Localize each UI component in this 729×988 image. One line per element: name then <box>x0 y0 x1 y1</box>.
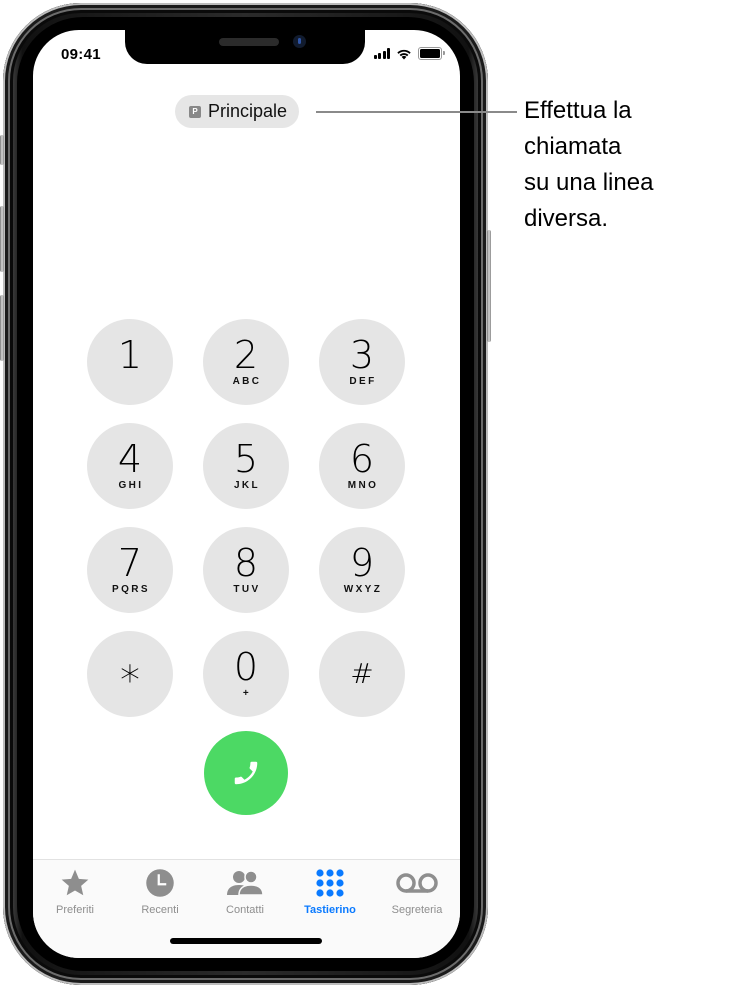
status-time: 09:41 <box>61 46 101 63</box>
key-hash[interactable]: # <box>319 631 405 717</box>
tab-preferiti[interactable]: Preferiti <box>35 866 115 916</box>
signal-icon <box>373 48 390 59</box>
tab-label: Preferiti <box>56 904 94 916</box>
key-star[interactable]: * <box>87 631 173 717</box>
key-letters: DEF <box>349 376 377 387</box>
battery-icon <box>418 47 445 60</box>
line-badge-icon: P <box>189 105 201 118</box>
keypad: 1 2 ABC 3 DEF 4 GHI 5 JKL 6 MNO 7 PQRS 8 TUV 9 WXYZ * 0 + # <box>87 319 405 717</box>
line-selector-button[interactable]: P Principale <box>175 95 300 128</box>
key-digit: 1 <box>117 333 143 377</box>
star-icon <box>61 869 89 896</box>
key-letters: WXYZ <box>343 584 383 595</box>
key-digit: 5 <box>233 437 259 481</box>
key-letters: TUV <box>233 584 261 595</box>
voicemail-icon <box>396 873 438 893</box>
tab-tastierino[interactable]: Tastierino <box>290 866 370 916</box>
key-3[interactable]: 3 DEF <box>319 319 405 405</box>
key-1[interactable]: 1 <box>87 319 173 405</box>
key-4[interactable]: 4 GHI <box>87 423 173 509</box>
clock-icon <box>146 869 174 897</box>
key-letters: GHI <box>118 480 144 491</box>
key-digit: 6 <box>349 437 375 481</box>
key-letters: + <box>242 688 252 699</box>
status-icons <box>373 47 445 60</box>
phone-screen: 09:41 P Principale 1 2 ABC 3 DEF 4 GHI 5 JKL 6 MNO… <box>33 30 460 958</box>
key-digit: 7 <box>117 541 143 585</box>
key-digit: 2 <box>233 333 259 377</box>
key-5[interactable]: 5 JKL <box>203 423 289 509</box>
tab-segreteria[interactable]: Segreteria <box>377 866 457 916</box>
key-digit: 9 <box>349 541 375 585</box>
tab-label: Contatti <box>226 904 264 916</box>
key-digit: 3 <box>349 333 375 377</box>
key-digit: * <box>120 658 140 704</box>
notch <box>125 30 365 64</box>
key-digit: # <box>350 657 374 690</box>
tab-contatti[interactable]: Contatti <box>205 866 285 916</box>
key-letters: JKL <box>233 480 261 491</box>
silent-switch <box>0 135 4 165</box>
key-9[interactable]: 9 WXYZ <box>319 527 405 613</box>
call-button[interactable] <box>204 731 288 815</box>
speaker-grille <box>219 38 279 46</box>
side-button <box>487 230 491 342</box>
line-label: Principale <box>208 101 288 121</box>
callout-text: Effettua la chiamata su una linea divers… <box>524 97 654 232</box>
key-digit: 8 <box>233 541 259 585</box>
tab-label: Segreteria <box>391 904 443 916</box>
tab-label: Tastierino <box>304 904 356 916</box>
tab-recenti[interactable]: Recenti <box>120 866 200 916</box>
volume-down-button <box>0 295 4 361</box>
key-letters: ABC <box>232 376 262 387</box>
key-letters: MNO <box>347 480 379 491</box>
key-letters: PQRS <box>112 584 150 595</box>
key-6[interactable]: 6 MNO <box>319 423 405 509</box>
key-0[interactable]: 0 + <box>203 631 289 717</box>
key-digit: 4 <box>117 437 143 481</box>
contacts-icon <box>227 870 264 896</box>
keypad-icon <box>316 869 344 897</box>
key-letters <box>129 376 131 388</box>
key-7[interactable]: 7 PQRS <box>87 527 173 613</box>
volume-up-button <box>0 206 4 272</box>
front-camera <box>293 35 306 48</box>
key-digit: 0 <box>233 645 259 689</box>
key-2[interactable]: 2 ABC <box>203 319 289 405</box>
home-indicator[interactable] <box>170 938 322 944</box>
tab-label: Recenti <box>141 904 179 916</box>
phone-icon <box>234 761 258 785</box>
key-8[interactable]: 8 TUV <box>203 527 289 613</box>
callout-leader-line <box>316 111 517 113</box>
wifi-icon <box>397 49 411 59</box>
